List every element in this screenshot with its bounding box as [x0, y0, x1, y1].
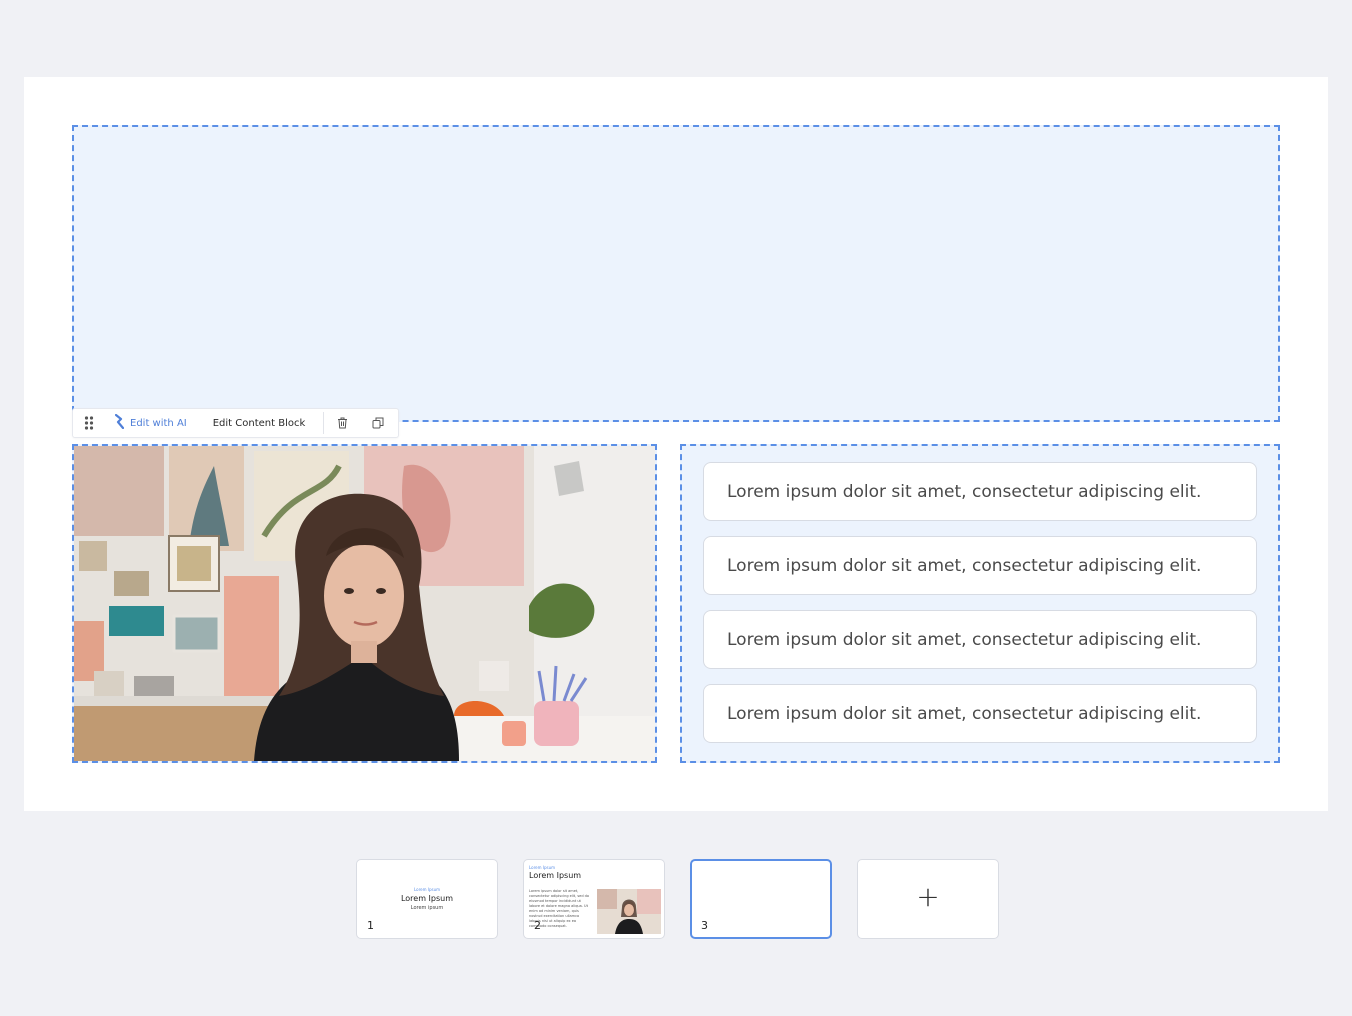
slide-thumbnail-1[interactable]: Lorem Ipsum Lorem Ipsum Lorem ipsum 1	[356, 859, 498, 939]
add-slide-button[interactable]: +	[857, 859, 999, 939]
slide-number: 3	[701, 919, 708, 932]
thumb-image	[597, 889, 661, 934]
edit-with-ai-label: Edit with AI	[130, 417, 187, 429]
duplicate-icon[interactable]	[360, 417, 396, 429]
trash-icon[interactable]	[324, 417, 360, 429]
list-item[interactable]: Lorem ipsum dolor sit amet, consectetur …	[703, 610, 1257, 669]
thumb-title: Lorem Ipsum	[400, 894, 454, 903]
thumb-subtitle: Lorem Ipsum	[529, 865, 556, 870]
list-item[interactable]: Lorem ipsum dolor sit amet, consectetur …	[703, 536, 1257, 595]
slide-thumbnail-3[interactable]: 3	[690, 859, 832, 939]
slide-number: 1	[367, 919, 374, 932]
edit-content-block-button[interactable]: Edit Content Block	[201, 418, 324, 429]
plus-icon: +	[916, 880, 940, 913]
thumb-caption: Lorem ipsum	[410, 905, 444, 911]
thumb-subtitle: Lorem Ipsum	[413, 887, 441, 892]
list-item-text: Lorem ipsum dolor sit amet, consectetur …	[727, 481, 1202, 502]
drag-handle-icon[interactable]	[73, 416, 105, 430]
block-toolbar: Edit with AI Edit Content Block	[72, 408, 399, 438]
list-item-text: Lorem ipsum dolor sit amet, consectetur …	[727, 555, 1202, 576]
list-item-text: Lorem ipsum dolor sit amet, consectetur …	[727, 629, 1202, 650]
list-item-text: Lorem ipsum dolor sit amet, consectetur …	[727, 703, 1202, 724]
list-block[interactable]: Lorem ipsum dolor sit amet, consectetur …	[680, 444, 1280, 763]
portrait-photo	[74, 446, 655, 761]
slide-thumbnail-2[interactable]: Lorem Ipsum Lorem Ipsum Lorem ipsum dolo…	[523, 859, 665, 939]
thumb-title: Lorem Ipsum	[529, 871, 582, 880]
slide-canvas: Edit with AI Edit Content Block Lorem ip…	[24, 77, 1328, 811]
edit-with-ai-button[interactable]: Edit with AI	[105, 413, 201, 432]
image-block[interactable]	[72, 444, 657, 763]
empty-content-block[interactable]	[72, 125, 1280, 422]
slide-number: 2	[534, 919, 541, 932]
slide-thumbnail-strip: Lorem Ipsum Lorem Ipsum Lorem ipsum 1 Lo…	[356, 859, 999, 939]
list-item[interactable]: Lorem ipsum dolor sit amet, consectetur …	[703, 462, 1257, 521]
ai-sparkle-icon	[114, 413, 125, 432]
list-item[interactable]: Lorem ipsum dolor sit amet, consectetur …	[703, 684, 1257, 743]
